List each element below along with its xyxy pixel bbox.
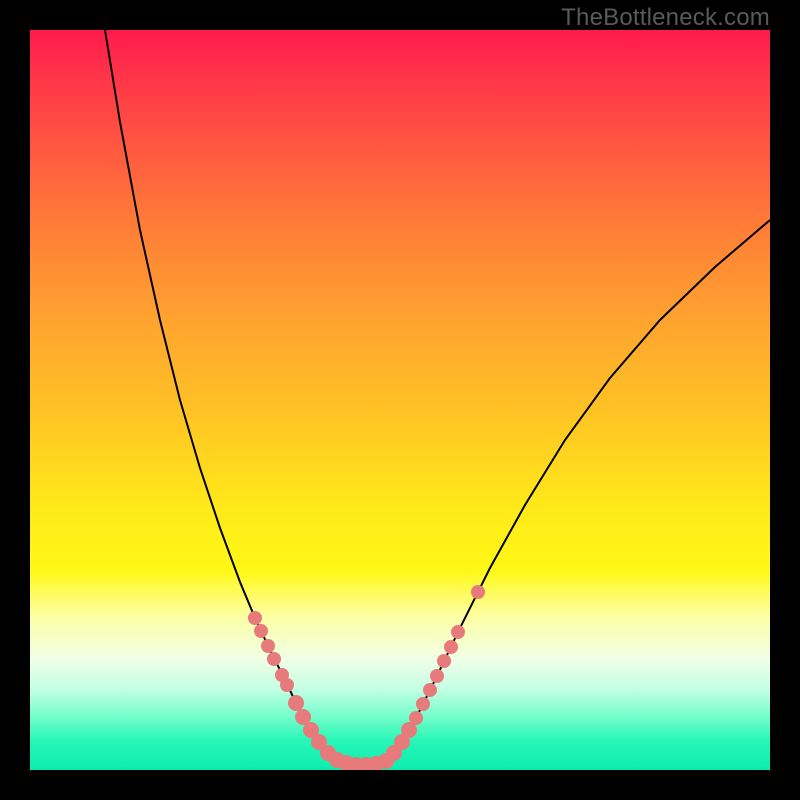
marker-dot: [451, 625, 465, 639]
marker-dot: [248, 611, 262, 625]
watermark-text: TheBottleneck.com: [561, 4, 770, 32]
marker-dot: [267, 652, 281, 666]
marker-dot: [288, 695, 304, 711]
curve-svg: [30, 30, 770, 770]
bottleneck-curve: [105, 30, 770, 765]
plot-area: [30, 30, 770, 770]
chart-frame: TheBottleneck.com: [0, 0, 800, 800]
marker-dot: [254, 624, 268, 638]
marker-dot: [430, 669, 444, 683]
marker-dot: [261, 639, 275, 653]
sample-markers: [248, 585, 485, 770]
marker-dot: [280, 678, 294, 692]
marker-dot: [471, 585, 485, 599]
marker-dot: [444, 640, 458, 654]
marker-dot: [416, 697, 430, 711]
marker-dot: [423, 683, 437, 697]
marker-dot: [409, 711, 423, 725]
marker-dot: [437, 654, 451, 668]
